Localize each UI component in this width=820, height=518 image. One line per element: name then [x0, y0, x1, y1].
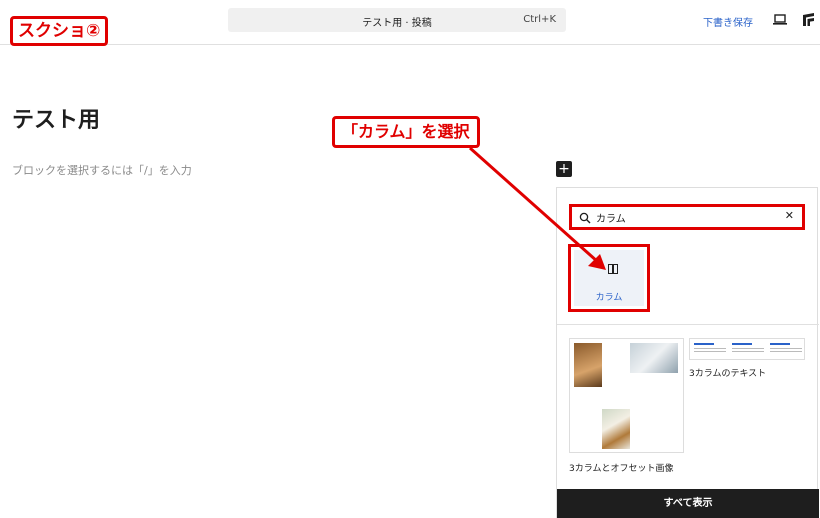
search-icon — [579, 212, 591, 224]
pattern-image-thumbnail — [574, 343, 602, 387]
pattern-preview-three-column-text[interactable] — [689, 338, 805, 360]
show-all-button[interactable]: すべて表示 — [557, 489, 819, 518]
pattern-text-column — [732, 343, 764, 354]
settings-sidebar-icon[interactable] — [801, 12, 817, 28]
clear-search-icon[interactable]: ✕ — [785, 209, 794, 222]
block-result-label: カラム — [595, 293, 623, 303]
pattern-image-thumbnail — [630, 343, 678, 373]
inserter-divider — [557, 324, 819, 325]
block-placeholder[interactable]: ブロックを選択するには「/」を入力 — [12, 162, 192, 178]
instruction-annotation: 「カラム」を選択 — [332, 116, 480, 148]
pattern-image-thumbnail — [602, 409, 630, 449]
block-result-columns[interactable]: カラム — [568, 244, 650, 312]
columns-block-icon — [608, 264, 618, 274]
screenshot-label-annotation: スクショ② — [10, 16, 109, 46]
preview-icon[interactable] — [772, 12, 788, 28]
command-shortcut: Ctrl+K — [523, 14, 556, 25]
pattern-text-column — [770, 343, 802, 354]
pattern-text-column — [694, 343, 726, 354]
post-title[interactable]: テスト用 — [12, 102, 100, 134]
block-search-input[interactable] — [596, 209, 776, 225]
pattern-preview-offset-images[interactable] — [569, 338, 684, 453]
editor-screen: テスト用 · 投稿 Ctrl+K 下書き保存 スクショ② テスト用 ブロックを選… — [0, 0, 820, 518]
command-title: テスト用 · 投稿 — [362, 18, 432, 29]
pattern-label-offset-images[interactable]: 3カラムとオフセット画像 — [569, 461, 673, 474]
command-palette-bar[interactable]: テスト用 · 投稿 Ctrl+K — [228, 8, 566, 32]
block-search-field[interactable]: ✕ — [569, 204, 805, 230]
editor-top-toolbar: テスト用 · 投稿 Ctrl+K 下書き保存 — [0, 0, 820, 45]
block-inserter-toggle-button[interactable]: + — [556, 161, 572, 177]
save-draft-button[interactable]: 下書き保存 — [703, 14, 753, 29]
pattern-label-three-column-text[interactable]: 3カラムのテキスト — [689, 366, 766, 379]
block-result-tile[interactable]: カラム — [574, 250, 644, 306]
block-inserter-panel: ✕ カラム 3カラムとオフセット画像 3カラムのテキスト すべて表示 — [556, 187, 819, 518]
